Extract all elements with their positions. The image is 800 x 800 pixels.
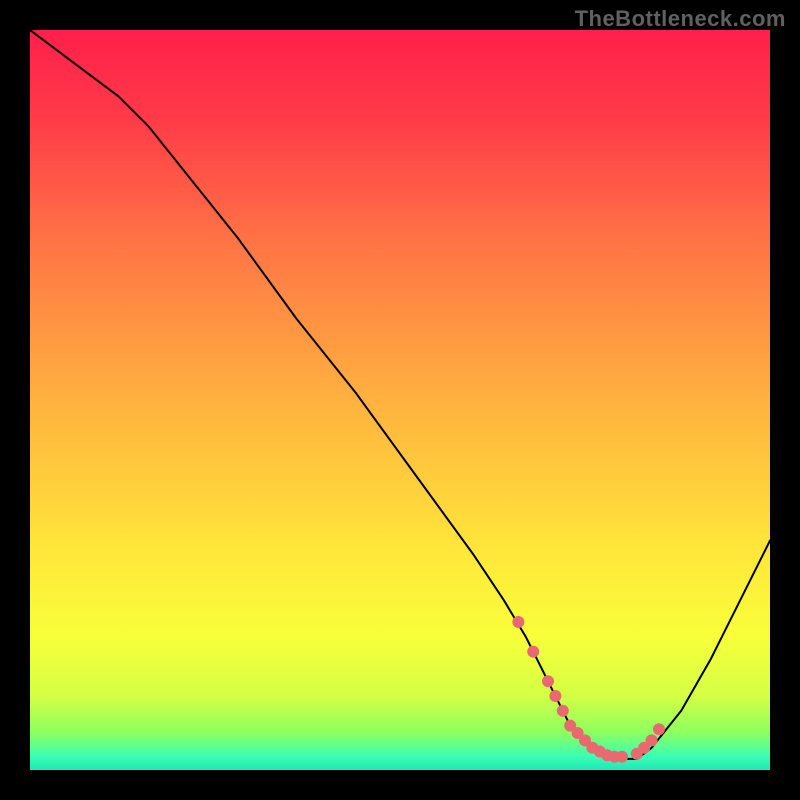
optimal-marker <box>646 734 658 746</box>
chart-frame: TheBottleneck.com <box>0 0 800 800</box>
chart-svg <box>30 30 770 770</box>
watermark-text: TheBottleneck.com <box>575 6 786 32</box>
optimal-marker <box>616 751 628 763</box>
optimal-marker <box>557 705 569 717</box>
optimal-marker <box>542 675 554 687</box>
optimal-marker <box>549 690 561 702</box>
optimal-marker <box>653 723 665 735</box>
optimal-marker <box>527 646 539 658</box>
plot-area <box>30 30 770 770</box>
optimal-marker <box>512 616 524 628</box>
gradient-background <box>30 30 770 770</box>
